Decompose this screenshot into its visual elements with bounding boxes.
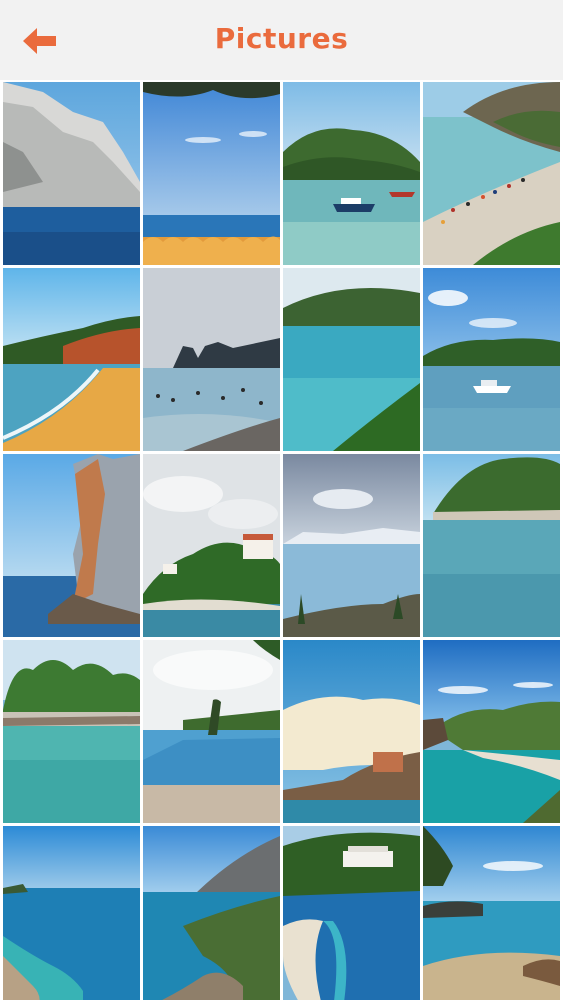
golden-beach-cliff-photo[interactable] xyxy=(3,268,140,451)
white-cliff-sea-photo[interactable] xyxy=(3,82,140,265)
forested-headland-photo[interactable] xyxy=(423,454,560,637)
hotel-bay-beach-photo[interactable] xyxy=(283,826,420,1000)
harbor-boat-photo[interactable] xyxy=(423,268,560,451)
beach-umbrellas-photo[interactable] xyxy=(143,82,280,265)
infinity-pool-photo[interactable] xyxy=(143,640,280,823)
app-header: Pictures xyxy=(0,0,563,80)
tall-sea-rock-photo[interactable] xyxy=(3,454,140,637)
pictures-screen: Pictures xyxy=(0,0,563,1000)
mountain-coast-photo[interactable] xyxy=(143,826,280,1000)
island-village-photo[interactable] xyxy=(143,454,280,637)
boat-bay-photo[interactable] xyxy=(283,82,420,265)
turquoise-coastline-photo[interactable] xyxy=(3,826,140,1000)
pine-beach-loungers-photo[interactable] xyxy=(3,640,140,823)
cloudy-sea-view-photo[interactable] xyxy=(283,454,420,637)
green-cape-cove-photo[interactable] xyxy=(423,640,560,823)
swimmers-rock-arch-photo[interactable] xyxy=(143,268,280,451)
hilltop-town-sky-photo[interactable] xyxy=(283,640,420,823)
page-title: Pictures xyxy=(214,22,349,55)
photo-grid xyxy=(3,82,560,1000)
rocky-shore-tree-photo[interactable] xyxy=(423,826,560,1000)
turquoise-bay-photo[interactable] xyxy=(283,268,420,451)
crowded-beach-photo[interactable] xyxy=(423,82,560,265)
